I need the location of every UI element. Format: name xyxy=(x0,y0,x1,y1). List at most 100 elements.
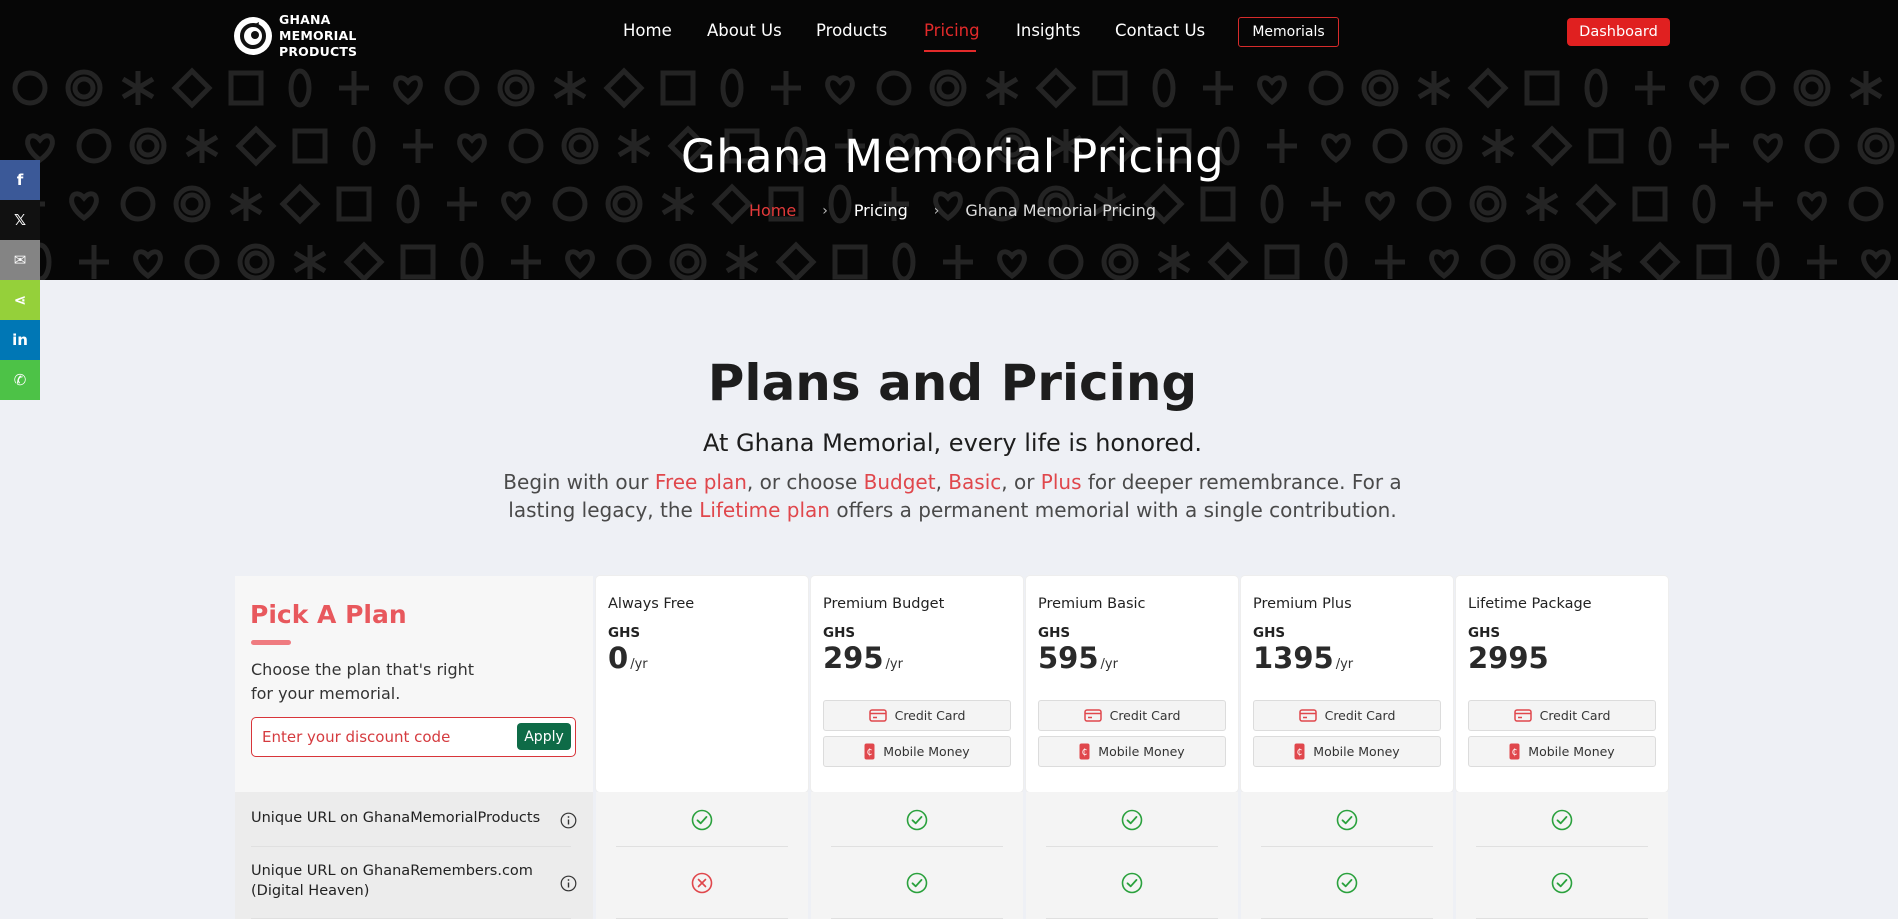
svg-text:₵: ₵ xyxy=(867,748,873,758)
plan-card: Lifetime Package GHS 2995 Credit Card ₵ … xyxy=(1456,576,1668,792)
facebook-icon: f xyxy=(16,171,24,189)
check-icon xyxy=(906,872,928,894)
intro-text: , or choose xyxy=(746,470,864,494)
memorials-button[interactable]: Memorials xyxy=(1238,17,1339,47)
plan-price-value: 295 xyxy=(823,641,884,675)
row-divider xyxy=(831,846,1003,847)
plan-currency: GHS xyxy=(1468,625,1501,641)
svg-text:₵: ₵ xyxy=(1297,748,1303,758)
plan-price-value: 0 xyxy=(608,641,629,675)
plan-price-value: 2995 xyxy=(1468,641,1549,675)
check-icon xyxy=(1336,809,1358,831)
plan-card: Always Free GHS 0/yr xyxy=(596,576,808,792)
pay-mobile-money-button[interactable]: ₵ Mobile Money xyxy=(1253,736,1441,767)
share-x-button[interactable]: 𝕏 xyxy=(0,200,40,240)
nav-products[interactable]: Products xyxy=(816,21,887,40)
breadcrumb-pricing[interactable]: Pricing xyxy=(854,201,908,220)
plan-price: 2995 xyxy=(1468,641,1551,675)
check-icon xyxy=(906,809,928,831)
plan-price: 595/yr xyxy=(1038,641,1118,675)
payment-method-label: Credit Card xyxy=(1109,708,1181,723)
nav-about-us[interactable]: About Us xyxy=(707,21,782,40)
pick-a-plan-card: Pick A Plan Choose the plan that's right… xyxy=(235,576,593,792)
nav-insights[interactable]: Insights xyxy=(1016,21,1081,40)
nav-contact-us[interactable]: Contact Us xyxy=(1115,21,1205,40)
plan-price-unit: /yr xyxy=(1100,657,1118,672)
pay-mobile-money-button[interactable]: ₵ Mobile Money xyxy=(823,736,1011,767)
apply-discount-button[interactable]: Apply xyxy=(517,723,571,750)
check-icon xyxy=(1121,872,1143,894)
pay-credit-card-button[interactable]: Credit Card xyxy=(1468,700,1656,731)
plan-card: Premium Plus GHS 1395/yr Credit Card ₵ M… xyxy=(1241,576,1453,792)
lifetime-plan-link[interactable]: Lifetime plan xyxy=(699,498,830,522)
plan-name: Lifetime Package xyxy=(1468,596,1592,612)
pay-mobile-money-button[interactable]: ₵ Mobile Money xyxy=(1468,736,1656,767)
pick-plan-description: Choose the plan that's right for your me… xyxy=(251,660,475,703)
pay-credit-card-button[interactable]: Credit Card xyxy=(1038,700,1226,731)
plan-name: Premium Plus xyxy=(1253,596,1352,612)
pay-credit-card-button[interactable]: Credit Card xyxy=(823,700,1011,731)
site-logo[interactable]: GHANA MEMORIAL PRODUCTS xyxy=(234,12,409,60)
intro-text: , xyxy=(935,470,949,494)
logo-mark-icon xyxy=(234,17,272,55)
plan-price-value: 1395 xyxy=(1253,641,1334,675)
hero-banner: GHANA MEMORIAL PRODUCTS Home About Us Pr… xyxy=(0,0,1898,280)
nav-home[interactable]: Home xyxy=(623,21,672,40)
row-divider xyxy=(616,846,788,847)
logo-text: GHANA MEMORIAL PRODUCTS xyxy=(279,12,358,59)
info-icon[interactable] xyxy=(560,812,577,829)
payment-method-label: Credit Card xyxy=(1324,708,1396,723)
plan-price-unit: /yr xyxy=(1335,657,1354,672)
row-divider xyxy=(1046,846,1218,847)
share-facebook-button[interactable]: f xyxy=(0,160,40,200)
payment-method-label: Mobile Money xyxy=(1528,744,1615,759)
title-accent-bar xyxy=(251,640,291,645)
plan-currency: GHS xyxy=(823,625,856,641)
payment-method-label: Mobile Money xyxy=(1313,744,1400,759)
email-icon: ✉ xyxy=(13,251,27,269)
row-divider xyxy=(1476,846,1648,847)
check-icon xyxy=(691,809,713,831)
check-icon xyxy=(1551,809,1573,831)
payment-method-label: Credit Card xyxy=(1539,708,1611,723)
check-icon xyxy=(1121,809,1143,831)
mobile-money-icon: ₵ xyxy=(864,743,875,760)
breadcrumb: Home › Pricing › Ghana Memorial Pricing xyxy=(0,201,1898,220)
credit-card-icon xyxy=(1298,709,1317,722)
dashboard-button[interactable]: Dashboard xyxy=(1567,18,1670,46)
share-share-button[interactable]: ⋖ xyxy=(0,280,40,320)
basic-link[interactable]: Basic xyxy=(948,470,1001,494)
breadcrumb-home[interactable]: Home xyxy=(749,201,796,220)
credit-card-icon xyxy=(1513,709,1532,722)
credit-card-icon xyxy=(868,709,887,722)
free-plan-link[interactable]: Free plan xyxy=(655,470,747,494)
pay-credit-card-button[interactable]: Credit Card xyxy=(1253,700,1441,731)
payment-method-label: Mobile Money xyxy=(1098,744,1185,759)
row-divider xyxy=(1261,846,1433,847)
feature-label: Unique URL on GhanaMemorialProducts xyxy=(251,810,541,826)
svg-text:₵: ₵ xyxy=(1512,748,1518,758)
nav-pricing[interactable]: Pricing xyxy=(924,21,980,40)
mobile-money-icon: ₵ xyxy=(1079,743,1090,760)
plan-card: Premium Budget GHS 295/yr Credit Card ₵ … xyxy=(811,576,1023,792)
plan-name: Premium Budget xyxy=(823,596,945,612)
plan-card: Premium Basic GHS 595/yr Credit Card ₵ M… xyxy=(1026,576,1238,792)
plans-heading: Plans and Pricing xyxy=(707,354,1198,412)
plan-currency: GHS xyxy=(1253,625,1286,641)
check-icon xyxy=(1551,872,1573,894)
share-email-button[interactable]: ✉ xyxy=(0,240,40,280)
discount-code-input[interactable] xyxy=(262,726,502,748)
plan-price-unit: /yr xyxy=(885,657,903,672)
info-icon[interactable] xyxy=(560,875,577,892)
discount-code-form: Apply xyxy=(251,717,576,757)
plan-currency: GHS xyxy=(1038,625,1071,641)
plus-link[interactable]: Plus xyxy=(1041,470,1082,494)
pay-mobile-money-button[interactable]: ₵ Mobile Money xyxy=(1038,736,1226,767)
plan-price-value: 595 xyxy=(1038,641,1099,675)
share-icon: ⋖ xyxy=(13,291,27,309)
cross-icon xyxy=(691,872,713,894)
feature-label: Unique URL on GhanaRemembers.com (Digita… xyxy=(251,863,533,899)
budget-link[interactable]: Budget xyxy=(864,470,936,494)
intro-text: Begin with our xyxy=(503,470,655,494)
svg-text:₵: ₵ xyxy=(1082,748,1088,758)
